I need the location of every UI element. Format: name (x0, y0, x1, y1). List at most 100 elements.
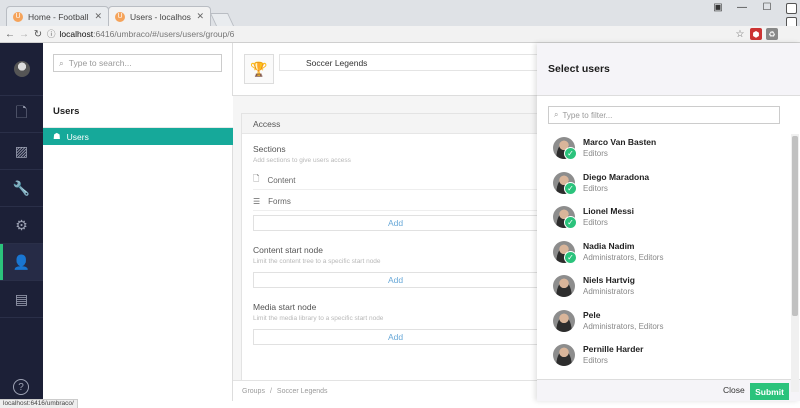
id-card-icon: ▤ (14, 290, 29, 307)
user-groups: Editors (583, 218, 608, 227)
back-arrow-icon[interactable]: ← (3, 26, 17, 43)
user-photo (553, 275, 575, 297)
access-box: Access Sections Add sections to give use… (241, 113, 537, 397)
new-tab-button[interactable] (209, 13, 235, 26)
browser-tab-home[interactable]: U Home - Football Legend ✕ (6, 6, 109, 26)
breadcrumb-separator: / (269, 387, 272, 395)
bookmark-star-icon[interactable]: ☆ (733, 26, 747, 43)
add-content-start-button[interactable]: Add (253, 272, 537, 288)
sidebar-item-settings[interactable]: 🔧 (0, 170, 43, 207)
current-user-avatar[interactable] (13, 61, 30, 77)
user-groups: Editors (583, 183, 608, 193)
umbraco-favicon-icon: U (13, 11, 23, 22)
user-name: Nadia Nadim (583, 240, 635, 251)
window-maximize-button[interactable]: ☐ (755, 0, 779, 14)
user-name: Lionel Messi (583, 206, 635, 216)
status-bar-url: localhost:6416/umbraco/ (0, 399, 78, 408)
sidebar-item-content[interactable]: 🗋 (0, 96, 43, 133)
user-avatar (553, 275, 575, 297)
user-groups: Administrators, Editors (583, 252, 664, 262)
reload-icon[interactable]: ↻ (31, 26, 45, 43)
tree-search-input[interactable]: ⌕ Type to search... (53, 54, 222, 72)
tree-header: Users (43, 96, 233, 128)
media-icon: ▨ (14, 142, 29, 159)
gear-icon: ⚙ (15, 216, 28, 233)
user-name: Diego Maradona (583, 171, 650, 182)
sections-hint: Add sections to give users access (253, 157, 351, 164)
content-start-field: Content start node Limit the content tre… (253, 245, 537, 265)
user-row[interactable]: ✓ Lionel Messi Editors (537, 202, 790, 236)
user-name: Pernille Harder (583, 344, 644, 354)
breadcrumb-current: Soccer Legends (276, 387, 328, 395)
filter-placeholder: Type to filter... (562, 110, 613, 120)
close-button[interactable]: Close (723, 385, 745, 395)
info-icon[interactable]: ⓘ (47, 28, 56, 40)
sidebar-item-members[interactable]: ▤ (0, 281, 43, 318)
add-media-start-button[interactable]: Add (253, 329, 537, 345)
user-list-scrollbar[interactable] (791, 134, 799, 392)
user-row[interactable]: Pernille Harder Editors (537, 340, 790, 373)
selected-check-icon: ✓ (564, 250, 577, 264)
submit-button[interactable]: Submit (750, 383, 789, 400)
window-minimize-button[interactable]: — (730, 0, 754, 14)
sections-label: Sections (253, 144, 286, 154)
app-sidebar: 🗋 ▨ 🔧 ⚙ 👤 ▤ ? (0, 43, 43, 401)
content-start-label: Content start node (253, 245, 323, 255)
tab-title: Home - Football Legend (28, 11, 89, 22)
extension-recycle-icon[interactable]: ♻ (766, 28, 778, 40)
user-groups: Administrators, Editors (583, 321, 664, 331)
tree-item-users[interactable]: ☗ Users (43, 128, 233, 145)
user-row[interactable]: Niels Hartvig Administrators (537, 271, 790, 305)
media-start-hint: Limit the media library to a specific st… (253, 315, 384, 322)
browser-tab-strip: U Home - Football Legend ✕ U Users - loc… (0, 0, 800, 26)
user-filter-input[interactable]: ⌕ Type to filter... (548, 106, 780, 124)
scrollbar-thumb[interactable] (792, 136, 798, 316)
selected-check-icon: ✓ (564, 147, 577, 160)
sections-field: Sections Add sections to give users acce… (253, 144, 537, 164)
breadcrumb-groups[interactable]: Groups (242, 388, 265, 395)
content-start-hint: Limit the content tree to a specific sta… (253, 258, 381, 265)
browser-toolbar: ← → ↻ ⓘ localhost:6416/umbraco/#/users/u… (0, 26, 800, 43)
help-icon[interactable]: ? (13, 379, 29, 395)
tab-title: Users - localhost (130, 11, 192, 22)
media-start-field: Media start node Limit the media library… (253, 302, 537, 322)
extension-abp-icon[interactable]: ⬢ (750, 28, 762, 40)
group-name-input[interactable]: Soccer Legends (279, 54, 537, 71)
search-icon: ⌕ (554, 110, 559, 119)
overlay-title: Select users (537, 43, 800, 96)
select-users-overlay: Select users ⌕ Type to filter... ✓ Marco … (537, 43, 800, 401)
section-name: Content (267, 175, 296, 185)
user-row[interactable]: ✓ Nadia Nadim Administrators, Editors (537, 237, 790, 271)
clock-icon[interactable] (786, 3, 797, 14)
group-header: 🏆 Soccer Legends (233, 43, 537, 96)
user-name: Pele (583, 309, 601, 320)
document-icon: 🗋 (253, 174, 260, 183)
close-tab-icon[interactable]: ✕ (196, 11, 204, 22)
tree-panel: ⌕ Type to search... Users ☗ Users (43, 43, 233, 401)
sidebar-item-media[interactable]: ▨ (0, 133, 43, 170)
user-row[interactable]: Pele Administrators, Editors (537, 306, 790, 340)
close-tab-icon[interactable]: ✕ (94, 11, 102, 22)
group-editor: 🏆 Soccer Legends Access Sections Add sec… (233, 43, 537, 401)
search-placeholder: Type to search... (68, 58, 132, 68)
section-row-content: 🗋 Content (253, 171, 537, 190)
section-name: Forms (268, 196, 291, 206)
sidebar-item-developer[interactable]: ⚙ (0, 207, 43, 244)
browser-tab-users[interactable]: U Users - localhost ✕ (108, 6, 211, 26)
forward-arrow-icon[interactable]: → (17, 26, 31, 43)
user-avatar (553, 309, 575, 332)
user-row[interactable]: ✓ Diego Maradona Editors (537, 168, 790, 202)
users-group-icon: ☗ (53, 131, 61, 141)
user-photo (553, 344, 575, 366)
access-title: Access (242, 114, 537, 134)
selected-check-icon: ✓ (564, 181, 577, 195)
user-icon: 👤 (12, 253, 31, 270)
window-user-icon[interactable]: ▣ (706, 0, 730, 14)
user-row[interactable]: ✓ Marco Van Basten Editors (537, 133, 790, 167)
sidebar-item-users[interactable]: 👤 (0, 244, 43, 281)
add-section-button[interactable]: Add (253, 215, 537, 231)
media-start-label: Media start node (253, 302, 317, 312)
address-bar[interactable]: ⓘ localhost:6416/umbraco/#/users/users/g… (47, 27, 747, 41)
user-name: Marco Van Basten (583, 137, 657, 147)
trophy-icon[interactable]: 🏆 (244, 54, 274, 84)
